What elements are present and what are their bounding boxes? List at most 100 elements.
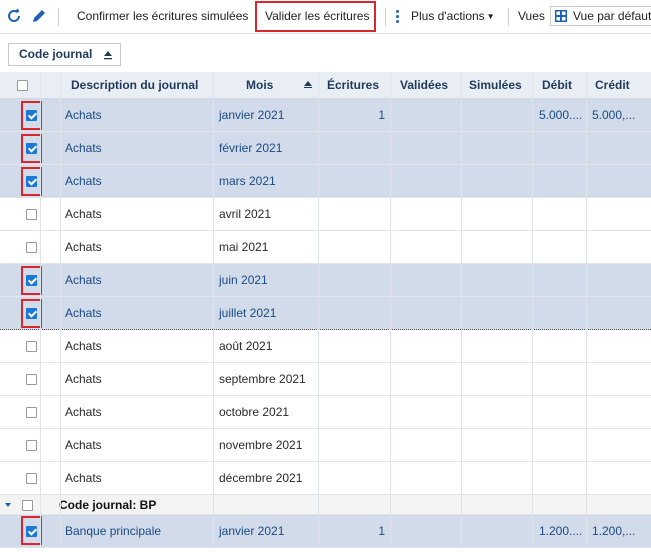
cell-ecritures bbox=[320, 231, 385, 264]
grid-view-icon bbox=[555, 10, 567, 22]
row-checkbox[interactable] bbox=[26, 473, 37, 484]
column-divider bbox=[60, 72, 61, 548]
group-by-label: Code journal bbox=[19, 47, 93, 61]
refresh-icon[interactable] bbox=[6, 8, 22, 24]
toolbar-divider bbox=[385, 8, 386, 26]
column-divider bbox=[213, 72, 214, 548]
cell-description: Achats bbox=[65, 207, 102, 221]
column-divider bbox=[532, 72, 533, 548]
cell-description: Banque principale bbox=[65, 524, 162, 538]
row-checkbox[interactable] bbox=[26, 242, 37, 253]
cell-mois: janvier 2021 bbox=[219, 108, 285, 122]
cell-ecritures bbox=[320, 264, 385, 297]
view-selector-value: Vue par défaut bbox=[573, 9, 651, 23]
cell-description: Achats bbox=[65, 405, 102, 419]
cell-ecritures: 1 bbox=[378, 524, 385, 538]
col-debit[interactable]: Débit bbox=[542, 72, 572, 98]
row-checkbox[interactable] bbox=[26, 374, 37, 385]
table-row[interactable]: Achats mai 2021 bbox=[0, 231, 651, 264]
grid-header: Description du journal Mois Écritures Va… bbox=[0, 72, 651, 99]
group-header-row[interactable]: Code journal: BP bbox=[0, 495, 651, 515]
checkbox-highlight bbox=[21, 516, 42, 545]
table-row[interactable]: Achats décembre 2021 bbox=[0, 462, 651, 495]
table-row[interactable]: Achats septembre 2021 bbox=[0, 363, 651, 396]
table-row[interactable]: Achats février 2021 bbox=[0, 132, 651, 165]
cell-mois: novembre 2021 bbox=[219, 438, 303, 452]
cell-mois: janvier 2021 bbox=[219, 524, 285, 538]
sort-asc-icon bbox=[304, 81, 312, 88]
table-row[interactable]: Achats mars 2021 bbox=[0, 165, 651, 198]
cell-description: Achats bbox=[65, 438, 102, 452]
table-row[interactable]: Banque principale janvier 2021 1 1.200.... 1… bbox=[0, 515, 651, 548]
cell-ecritures bbox=[320, 165, 385, 198]
col-ecritures[interactable]: Écritures bbox=[327, 72, 379, 98]
table-row[interactable]: Achats octobre 2021 bbox=[0, 396, 651, 429]
select-all-checkbox[interactable] bbox=[17, 80, 28, 91]
table-row[interactable]: Achats novembre 2021 bbox=[0, 429, 651, 462]
view-selector[interactable]: Vue par défaut bbox=[550, 6, 651, 26]
column-divider bbox=[586, 72, 587, 548]
cell-mois: décembre 2021 bbox=[219, 471, 303, 485]
row-checkbox[interactable] bbox=[26, 440, 37, 451]
cell-mois: mars 2021 bbox=[219, 174, 276, 188]
cell-ecritures bbox=[320, 330, 385, 363]
table-row[interactable]: Achats juillet 2021 bbox=[0, 297, 651, 330]
table-row[interactable]: Achats avril 2021 bbox=[0, 198, 651, 231]
table-row[interactable]: Achats août 2021 bbox=[0, 330, 651, 363]
cell-description: Achats bbox=[65, 339, 102, 353]
cell-description: Achats bbox=[65, 174, 102, 188]
pencil-icon[interactable] bbox=[31, 8, 47, 24]
expand-arrow-icon[interactable] bbox=[5, 503, 11, 507]
cell-ecritures: 1 bbox=[378, 108, 385, 122]
cell-ecritures bbox=[320, 429, 385, 462]
cell-debit: 1.200.... bbox=[539, 524, 583, 538]
column-divider bbox=[40, 72, 41, 548]
cell-ecritures bbox=[320, 132, 385, 165]
cell-credit: 5.000,... bbox=[592, 108, 636, 122]
row-checkbox[interactable] bbox=[26, 209, 37, 220]
cell-mois: juin 2021 bbox=[219, 273, 268, 287]
cell-mois: septembre 2021 bbox=[219, 372, 306, 386]
validate-highlight bbox=[255, 1, 376, 32]
cell-ecritures bbox=[320, 462, 385, 495]
more-actions-button[interactable]: Plus d'actions ▼ bbox=[411, 0, 495, 33]
checkbox-highlight bbox=[21, 266, 42, 295]
group-by-chip[interactable]: Code journal bbox=[8, 43, 121, 66]
col-description[interactable]: Description du journal bbox=[71, 72, 198, 98]
cell-ecritures bbox=[320, 297, 385, 330]
row-checkbox[interactable] bbox=[26, 341, 37, 352]
cell-description: Achats bbox=[65, 471, 102, 485]
row-checkbox[interactable] bbox=[26, 407, 37, 418]
checkbox-highlight bbox=[21, 299, 42, 328]
caret-down-icon: ▼ bbox=[486, 12, 495, 21]
cell-description: Achats bbox=[65, 141, 102, 155]
cell-ecritures bbox=[320, 198, 385, 231]
toolbar-divider bbox=[58, 8, 59, 26]
table-row[interactable]: Achats janvier 2021 1 5.000.... 5.000,... bbox=[0, 99, 651, 132]
col-mois[interactable]: Mois bbox=[246, 72, 312, 98]
sort-asc-icon bbox=[104, 51, 112, 60]
cell-mois: avril 2021 bbox=[219, 207, 272, 221]
col-validees[interactable]: Validées bbox=[400, 72, 448, 98]
checkbox-highlight bbox=[21, 134, 42, 163]
group-checkbox[interactable] bbox=[22, 500, 33, 511]
cell-mois: juillet 2021 bbox=[219, 306, 277, 320]
cell-mois: octobre 2021 bbox=[219, 405, 290, 419]
cell-ecritures bbox=[320, 363, 385, 396]
col-mois-label: Mois bbox=[246, 78, 274, 92]
column-divider bbox=[318, 72, 319, 548]
more-vertical-icon bbox=[396, 10, 400, 24]
cell-mois: août 2021 bbox=[219, 339, 273, 353]
checkbox-highlight bbox=[21, 167, 42, 196]
cell-credit: 1.200,... bbox=[592, 524, 636, 538]
cell-debit: 5.000.... bbox=[539, 108, 583, 122]
views-label: Vues bbox=[518, 9, 545, 23]
toolbar-divider bbox=[508, 8, 509, 26]
col-credit[interactable]: Crédit bbox=[595, 72, 630, 98]
table-row[interactable]: Achats juin 2021 bbox=[0, 264, 651, 297]
confirm-simulated-button[interactable]: Confirmer les écritures simulées bbox=[77, 0, 248, 33]
cell-description: Achats bbox=[65, 273, 102, 287]
toolbar: Confirmer les écritures simulées Valider… bbox=[0, 0, 651, 34]
cell-mois: février 2021 bbox=[219, 141, 283, 155]
col-simulees[interactable]: Simulées bbox=[469, 72, 522, 98]
